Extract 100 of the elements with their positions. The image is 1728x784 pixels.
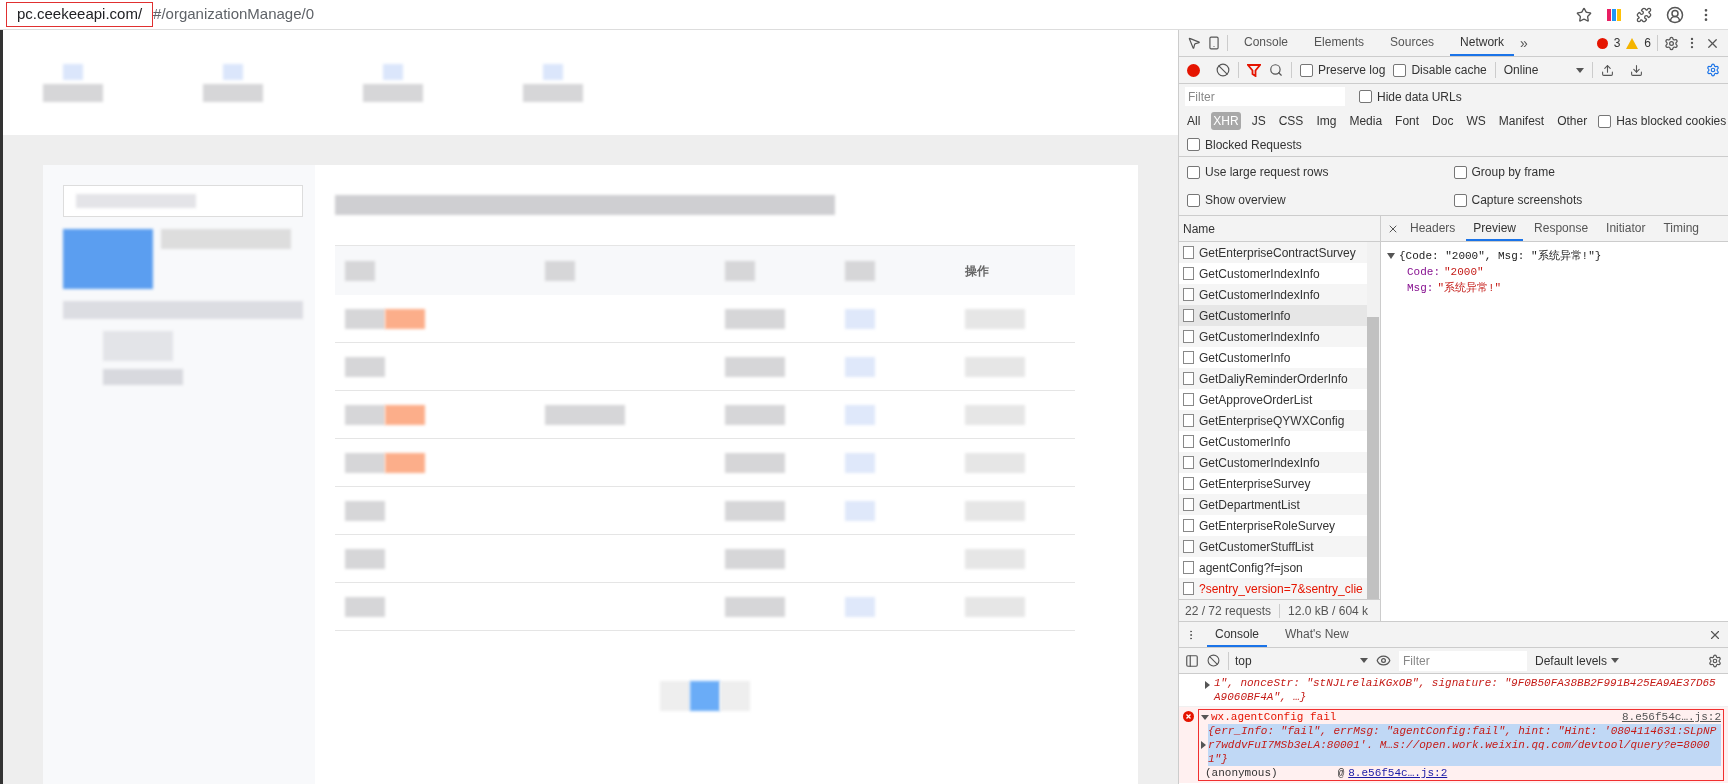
filter-field[interactable]: Filter [1185, 87, 1345, 106]
checkbox-label[interactable]: Preserve log [1318, 61, 1386, 79]
error-count[interactable]: 3 [1613, 34, 1621, 52]
request-row[interactable]: GetCustomerIndexInfo [1179, 326, 1367, 347]
blurred-text [964, 356, 1025, 377]
clear-icon[interactable] [1216, 63, 1230, 77]
warning-count[interactable]: 6 [1644, 34, 1651, 52]
type-filter[interactable]: Manifest [1496, 112, 1547, 130]
type-filter[interactable]: Media [1347, 112, 1385, 130]
checkbox-label[interactable]: Has blocked cookies [1616, 112, 1727, 130]
detail-tab[interactable]: Preview [1466, 216, 1524, 241]
expand-arrow-icon[interactable] [1201, 714, 1209, 720]
dropdown-arrow-icon[interactable] [1611, 658, 1620, 663]
throttling-dropdown[interactable]: Online [1503, 61, 1584, 79]
detail-tab[interactable]: Headers [1403, 216, 1463, 241]
detail-tab[interactable]: Timing [1656, 216, 1706, 241]
detail-tab[interactable]: Response [1527, 216, 1596, 241]
checkbox-label[interactable]: Hide data URLs [1377, 87, 1462, 106]
record-button[interactable] [1187, 63, 1200, 77]
type-filter[interactable]: Img [1314, 112, 1339, 130]
checkbox[interactable] [1359, 90, 1372, 103]
url-host[interactable]: pc.ceekeeapi.com/ [6, 2, 154, 27]
source-link[interactable]: 8.e56f54c….js:2 [1348, 766, 1448, 780]
property-key: Msg: [1407, 280, 1434, 296]
eye-icon[interactable] [1376, 653, 1391, 668]
request-row[interactable]: GetCustomerInfo [1179, 305, 1367, 326]
checkbox[interactable] [1187, 165, 1200, 179]
blurred-text [344, 500, 385, 521]
filter-icon[interactable] [1247, 63, 1261, 77]
detail-tab[interactable]: Initiator [1599, 216, 1653, 241]
error-icon [1596, 37, 1608, 49]
type-filter[interactable]: Doc [1430, 112, 1456, 130]
blurred-text [844, 356, 875, 377]
type-filter[interactable]: All [1185, 112, 1203, 130]
expand-arrow-icon[interactable] [1205, 681, 1210, 689]
request-row[interactable]: GetDepartmentList [1179, 494, 1367, 515]
blurred-text [344, 308, 385, 329]
devtools-tab[interactable]: Network [1450, 30, 1515, 56]
more-tabs-button[interactable]: » [1520, 32, 1528, 54]
column-header[interactable]: Name [1183, 219, 1215, 238]
profile-icon[interactable] [1666, 5, 1684, 24]
request-row[interactable]: GetCustomerIndexInfo [1179, 284, 1367, 305]
star-icon[interactable] [1576, 6, 1592, 23]
blurred-text [724, 308, 785, 329]
warning-icon [1626, 37, 1639, 49]
dropdown-arrow-icon[interactable] [1360, 658, 1368, 663]
expand-arrow-icon[interactable] [1387, 253, 1395, 259]
download-icon[interactable] [1629, 63, 1643, 77]
url-path[interactable]: #/organizationManage/0 [153, 3, 315, 26]
devtools-tab[interactable]: Console [1234, 30, 1299, 56]
request-row[interactable]: GetEnterpriseContractSurvey [1179, 242, 1367, 263]
error-object[interactable]: {err_Info: "fail", errMsg: "agentConfig:fail", hint: "Hint: '0804114631:SLpNPr7wddvFuI7MSb3eLA:80001'. M…s://open.work.weixin.qq.com/devtool/query?e=80001"} [1208, 724, 1721, 766]
type-filter[interactable]: Other [1555, 112, 1590, 130]
source-link[interactable]: 8.e56f54c….js:2 [1621, 710, 1721, 724]
type-filter[interactable]: WS [1464, 112, 1488, 130]
type-filter[interactable]: Font [1393, 112, 1422, 130]
context-dropdown[interactable]: top [1228, 651, 1368, 670]
devtools-tab[interactable]: Elements [1304, 30, 1375, 56]
devtools-tab[interactable]: Sources [1380, 30, 1445, 56]
blurred-text [344, 260, 375, 281]
drawer-tab[interactable]: Console [1207, 622, 1268, 647]
checkbox[interactable] [1598, 114, 1612, 128]
type-filter[interactable]: CSS [1276, 112, 1306, 130]
sidebar-icon[interactable] [1185, 653, 1199, 668]
checkbox[interactable] [1453, 165, 1467, 179]
search-icon[interactable] [1269, 63, 1283, 77]
blurred-text [724, 404, 785, 425]
checkbox[interactable] [1187, 138, 1200, 151]
checkbox-label[interactable]: Capture screenshots [1471, 191, 1583, 209]
puzzle-icon[interactable] [1636, 6, 1652, 23]
checkbox[interactable] [1300, 63, 1313, 77]
checkbox[interactable] [1393, 63, 1407, 77]
checkbox[interactable] [1187, 193, 1200, 207]
request-row[interactable]: GetEnterpriseQYWXConfig [1179, 410, 1367, 431]
settings-icon[interactable] [1706, 63, 1720, 77]
type-filter[interactable]: JS [1249, 112, 1268, 130]
filter-field[interactable]: Filter [1399, 650, 1527, 671]
checkbox-label[interactable]: Show overview [1205, 191, 1286, 209]
inspect-icon[interactable] [1187, 36, 1201, 50]
request-row[interactable]: ?sentry_version=7&sentry_clie [1179, 578, 1367, 599]
request-row[interactable]: GetDaliyReminderOrderInfo [1179, 368, 1367, 389]
blurred-text [844, 500, 875, 521]
levels-dropdown[interactable]: Default levels [1535, 651, 1620, 670]
checkbox-label[interactable]: Use large request rows [1205, 163, 1329, 181]
request-row[interactable]: GetCustomerStuffList [1179, 536, 1367, 557]
device-icon[interactable] [1207, 36, 1221, 50]
transfer-size: 12.0 kB / 604 k [1288, 602, 1369, 620]
console-message: 1", nonceStr: "stNJLrelaiKGxOB", signature: "9F0B50FA38BB2F991B425EA9AE37D65A9060BF4A", …} [1214, 676, 1717, 704]
checkbox-label[interactable]: Group by frame [1471, 163, 1555, 181]
checkbox-label[interactable]: Disable cache [1411, 61, 1487, 79]
clear-icon[interactable] [1207, 654, 1220, 667]
settings-icon[interactable] [1708, 653, 1722, 668]
request-row[interactable]: GetCustomerIndexInfo [1179, 452, 1367, 473]
dropdown-arrow-icon[interactable] [1575, 67, 1584, 73]
checkbox[interactable] [1453, 193, 1467, 207]
upload-icon[interactable] [1600, 63, 1614, 77]
extension-logo-icon[interactable] [1606, 6, 1622, 23]
checkbox-label[interactable]: Blocked Requests [1205, 135, 1302, 154]
settings-icon[interactable] [1664, 35, 1679, 51]
drawer-tab[interactable]: What's New [1277, 622, 1357, 647]
